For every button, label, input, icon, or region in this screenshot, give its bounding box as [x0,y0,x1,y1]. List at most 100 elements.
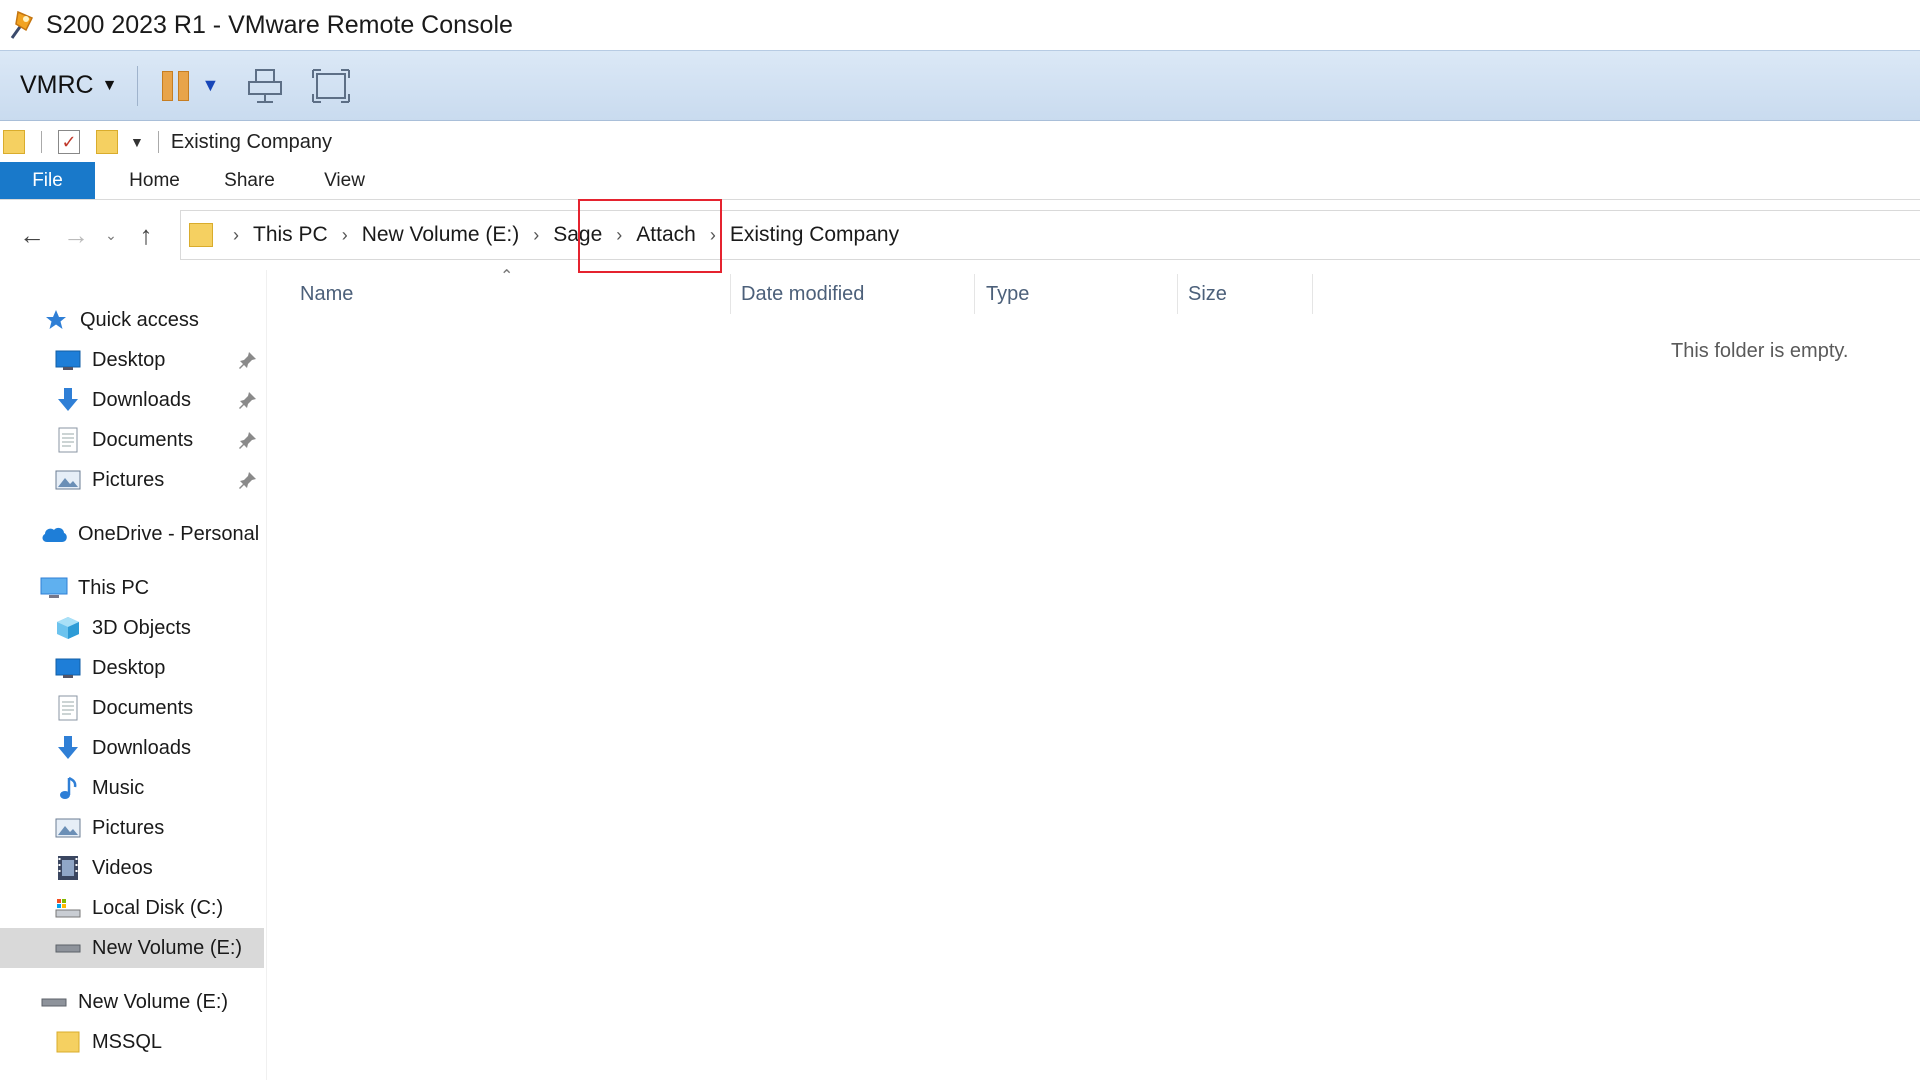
sidebar-item-label: 3D Objects [92,616,191,639]
download-icon [54,735,82,761]
sidebar-item-3d-objects[interactable]: 3D Objects [0,608,264,648]
breadcrumb-sage[interactable]: Sage [553,223,602,247]
back-arrow-icon[interactable]: ← [10,213,54,257]
sidebar-item-downloads[interactable]: Downloads [0,380,264,420]
chevron-down-icon: ▼ [101,76,118,94]
breadcrumb-existing-company[interactable]: Existing Company [730,223,899,247]
sidebar-item-label: New Volume (E:) [92,936,243,959]
sidebar-item-label: Pictures [92,468,165,491]
forward-arrow-icon[interactable]: → [54,213,98,257]
sidebar-item-desktop[interactable]: Desktop [0,340,264,380]
pin-icon[interactable] [238,430,258,450]
chevron-right-icon[interactable]: › [710,225,716,246]
cloud-icon [40,521,68,547]
sidebar-item-label: MSSQL [92,1030,163,1053]
documents-icon [54,427,82,453]
breadcrumb-new-volume[interactable]: New Volume (E:) [362,223,520,247]
3d-objects-icon [54,615,82,641]
folder-icon[interactable] [3,130,25,154]
sidebar-item-pictures[interactable]: Pictures [0,808,264,848]
column-label: Date modified [741,282,865,305]
pictures-icon [54,467,82,493]
sidebar-item-label: Downloads [92,736,191,759]
vmrc-toolbar: VMRC ▼ ▼ [0,50,1920,121]
sidebar-item-documents[interactable]: Documents [0,688,264,728]
column-header-size[interactable]: Size [1188,274,1308,314]
desktop-icon [54,655,82,681]
folder-icon [189,223,213,247]
column-divider[interactable] [1177,274,1178,314]
videos-icon [54,855,82,881]
sidebar-item-label: Quick access [80,308,199,331]
fullscreen-icon[interactable] [311,66,351,106]
breadcrumb-this-pc[interactable]: This PC [253,223,328,247]
window-folder-title: Existing Company [170,130,333,153]
tab-home[interactable]: Home [95,162,190,199]
sidebar-item-onedrive[interactable]: OneDrive - Personal [0,514,264,554]
pin-icon[interactable] [238,390,258,410]
navigation-pane: Quick access Desktop Downloads Documents… [0,270,264,1080]
column-divider[interactable] [1312,274,1313,314]
column-divider[interactable] [730,274,731,314]
sidebar-item-downloads[interactable]: Downloads [0,728,264,768]
column-header-type[interactable]: Type [986,274,1176,314]
pin-icon[interactable] [238,350,258,370]
sidebar-item-quick-access[interactable]: Quick access [0,300,264,340]
ribbon-tabs: File Home Share View [0,162,1920,200]
toolbar-divider [41,131,42,153]
sidebar-item-desktop[interactable]: Desktop [0,648,264,688]
up-arrow-icon[interactable]: ↑ [124,213,168,257]
vmware-pin-icon [4,8,38,42]
tab-view[interactable]: View [285,162,380,199]
recent-locations-icon[interactable]: ⌄ [98,227,124,244]
column-header-name[interactable]: Name [300,274,728,314]
sidebar-item-label: Music [92,776,145,799]
music-icon [54,775,82,801]
sidebar-item-videos[interactable]: Videos [0,848,264,888]
properties-icon[interactable]: ✓ [58,130,80,154]
sidebar-item-new-volume-e[interactable]: New Volume (E:) [0,928,264,968]
chevron-right-icon[interactable]: › [233,225,239,246]
sidebar-item-music[interactable]: Music [0,768,264,808]
tab-share[interactable]: Share [190,162,285,199]
new-folder-icon[interactable] [96,130,118,154]
empty-folder-message: This folder is empty. [1671,340,1849,362]
chevron-right-icon[interactable]: › [533,225,539,246]
sidebar-item-new-volume-root[interactable]: New Volume (E:) [0,982,264,1022]
sidebar-item-label: Videos [92,856,153,879]
vmrc-menu-button[interactable]: VMRC ▼ [20,71,117,100]
chevron-down-icon[interactable]: ▼ [201,75,219,96]
sidebar-item-documents[interactable]: Documents [0,420,264,460]
breadcrumb-attach[interactable]: Attach [636,223,696,247]
address-bar[interactable]: › This PC › New Volume (E:) › Sage › Att… [180,210,1920,260]
pause-button[interactable]: ▼ [162,70,219,101]
send-ctrl-alt-del-icon[interactable] [245,66,285,106]
folder-icon [54,1029,82,1055]
sidebar-item-this-pc[interactable]: This PC [0,568,264,608]
local-disk-icon [54,895,82,921]
documents-icon [54,695,82,721]
chevron-right-icon[interactable]: › [342,225,348,246]
computer-icon [40,575,68,601]
sidebar-item-label: New Volume (E:) [78,990,229,1013]
sidebar-item-label: Documents [92,428,194,451]
column-label: Type [986,282,1030,305]
star-icon [42,307,70,333]
tab-file[interactable]: File [0,162,95,199]
pin-icon[interactable] [238,470,258,490]
drive-icon [40,989,68,1015]
sidebar-item-label: Desktop [92,348,166,371]
sidebar-item-pictures[interactable]: Pictures [0,460,264,500]
customize-toolbar-icon[interactable]: ▼ [130,134,144,150]
chevron-right-icon[interactable]: › [616,225,622,246]
pictures-icon [54,815,82,841]
sidebar-item-local-disk[interactable]: Local Disk (C:) [0,888,264,928]
sidebar-item-mssql[interactable]: MSSQL [0,1022,264,1062]
vmrc-menu-label: VMRC [20,71,94,99]
sidebar-item-label: Documents [92,696,194,719]
download-icon [54,387,82,413]
column-header-date-modified[interactable]: Date modified [741,274,971,314]
column-label: Name [300,282,354,305]
column-divider[interactable] [974,274,975,314]
sidebar-item-label: Local Disk (C:) [92,896,224,919]
